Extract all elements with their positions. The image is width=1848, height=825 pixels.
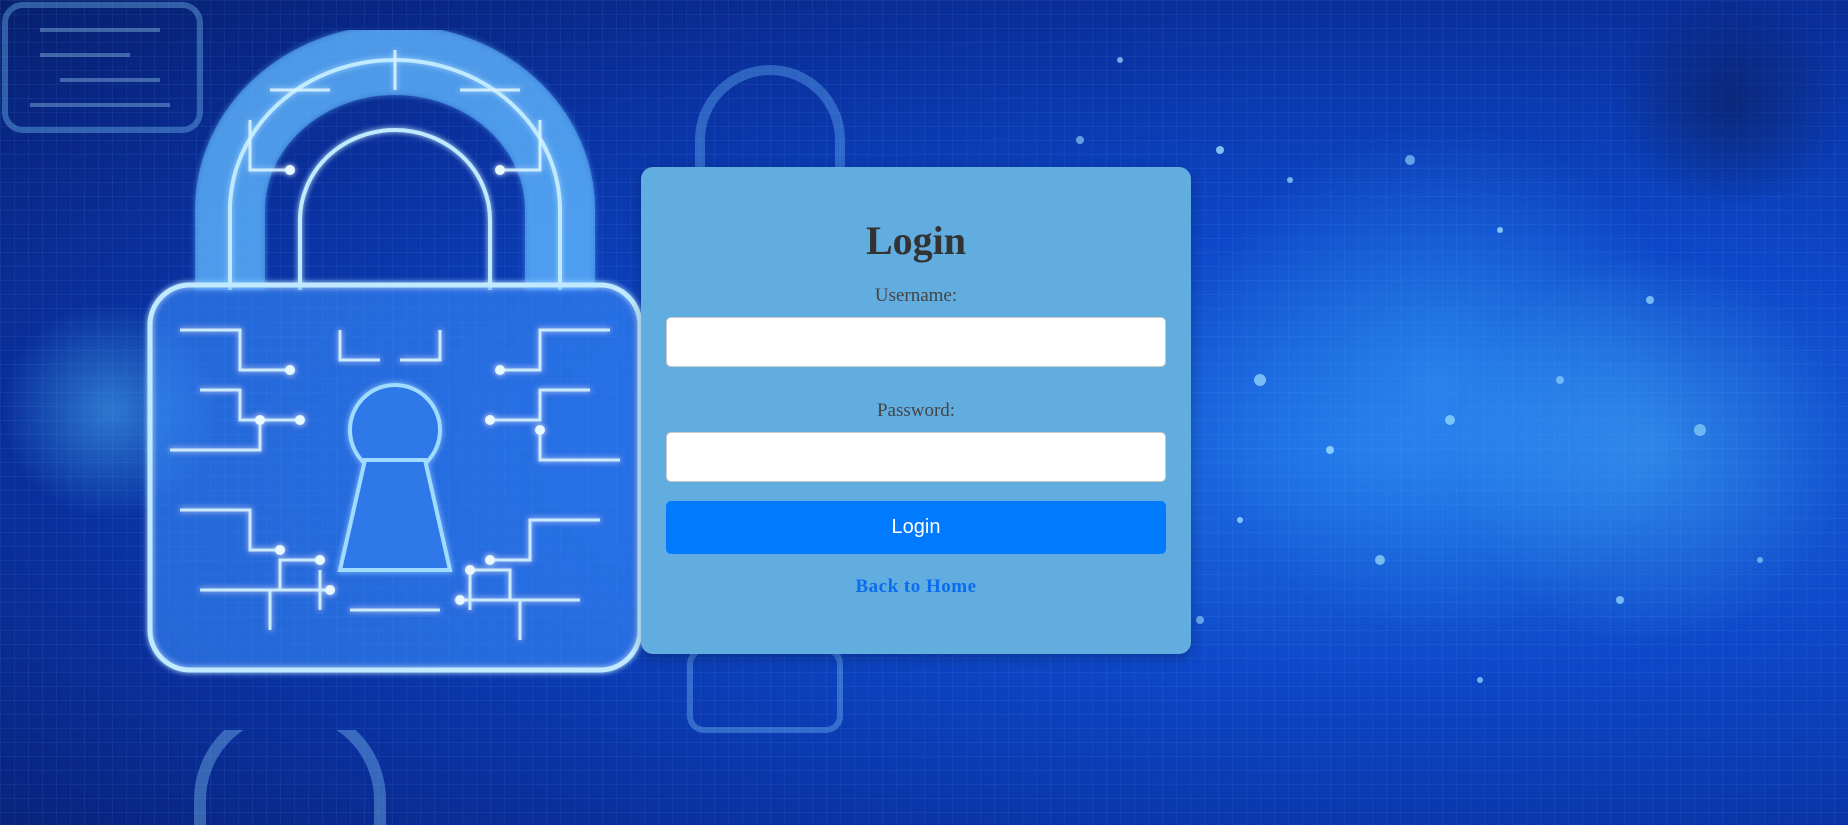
login-card: Login Username: Password: Login Back to …: [641, 167, 1191, 654]
password-input[interactable]: [666, 432, 1166, 482]
login-button[interactable]: Login: [666, 501, 1166, 554]
username-label: Username:: [874, 285, 958, 306]
password-label: Password:: [876, 400, 956, 421]
login-title: Login: [865, 218, 967, 263]
username-input[interactable]: [666, 317, 1166, 367]
back-to-home-link[interactable]: Back to Home: [855, 576, 976, 598]
